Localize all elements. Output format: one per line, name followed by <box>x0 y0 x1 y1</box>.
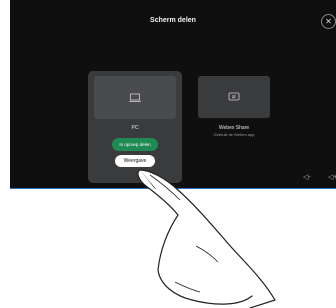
page-title: Scherm delen <box>150 17 196 24</box>
source-card-pc[interactable]: PC In oproep delen Weergave <box>88 71 182 183</box>
volume-up-icon: ◁+ <box>328 174 336 181</box>
source-thumbnail-webex-share[interactable] <box>198 76 270 118</box>
source-label-webex-share: Webex Share <box>218 125 250 131</box>
share-screen-panel: Scherm delen ✕ PC In oproep delen Weerga… <box>10 0 336 189</box>
source-subtitle-webex-share: Gebruik de Webex-app <box>213 132 255 137</box>
cast-screen-icon <box>228 92 240 101</box>
source-label-pc: PC <box>131 125 139 131</box>
preview-button[interactable]: Weergave <box>115 155 155 167</box>
close-icon: ✕ <box>325 17 332 26</box>
laptop-icon <box>129 93 141 102</box>
volume-down-icon: ◁- <box>303 174 311 181</box>
close-button[interactable]: ✕ <box>321 14 336 29</box>
source-thumbnail-pc[interactable] <box>94 76 176 119</box>
share-in-call-button[interactable]: In oproep delen <box>112 138 158 151</box>
volume-up-button[interactable]: ◁+ <box>328 173 336 181</box>
volume-down-button[interactable]: ◁- <box>303 173 311 181</box>
